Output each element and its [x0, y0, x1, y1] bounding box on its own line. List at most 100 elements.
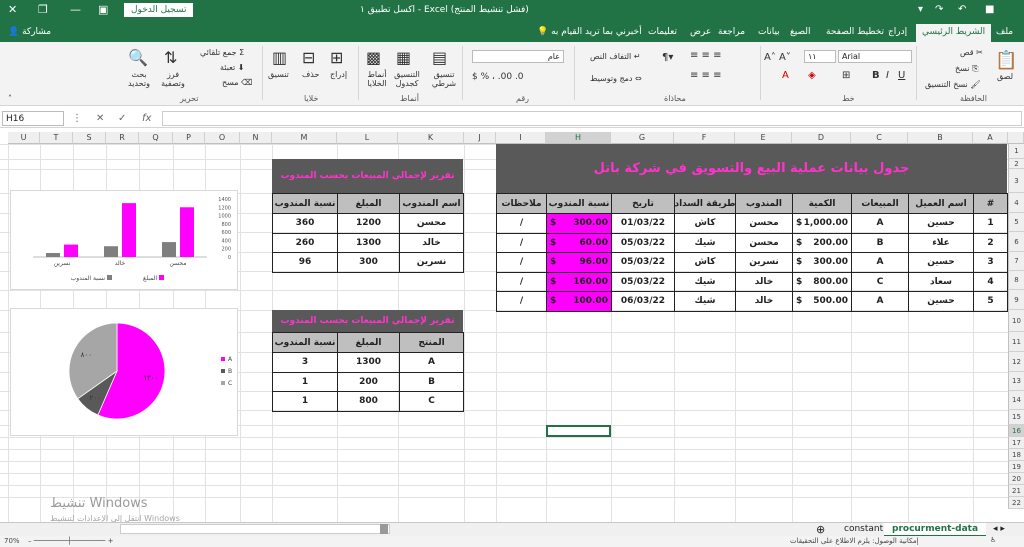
- bar-amount[interactable]: [64, 244, 78, 257]
- sort-filter-button[interactable]: فرز وتصفية: [158, 70, 188, 88]
- bar-rate[interactable]: [104, 246, 118, 257]
- format-as-table-icon[interactable]: ▦: [396, 48, 411, 67]
- underline-icon[interactable]: U: [898, 70, 905, 81]
- minimize-icon[interactable]: —: [70, 3, 81, 16]
- bar-amount[interactable]: [180, 207, 194, 257]
- tab-insert[interactable]: إدراج: [888, 27, 907, 37]
- scrollbar-thumb[interactable]: [380, 524, 388, 534]
- cancel-icon[interactable]: ✕: [96, 113, 104, 124]
- font-size-select[interactable]: ١١: [804, 50, 836, 63]
- tab-review[interactable]: مراجعة: [718, 27, 745, 37]
- bar-rate[interactable]: [162, 242, 176, 257]
- sheet-nav-icons[interactable]: ◂ ▸: [985, 523, 1013, 537]
- font-color-icon[interactable]: A: [782, 70, 789, 81]
- tab-formulas[interactable]: الصيغ: [790, 27, 811, 37]
- signin-button[interactable]: تسجيل الدخول: [124, 3, 194, 17]
- row-header-9[interactable]: 9: [1008, 290, 1024, 310]
- format-cells-icon[interactable]: ▥: [272, 48, 287, 67]
- number-format-icons[interactable]: $ % ، .00 .0: [472, 72, 524, 82]
- save-icon[interactable]: ■: [985, 4, 994, 15]
- column-header-g[interactable]: G: [611, 132, 674, 144]
- row-header-1[interactable]: 1: [1008, 144, 1024, 159]
- share-button[interactable]: 👤 مشاركة: [8, 27, 51, 37]
- insert-cells-icon[interactable]: ⊞: [330, 48, 343, 67]
- restore-icon[interactable]: ❐: [38, 3, 48, 16]
- tab-home[interactable]: الشريط الرئيسي: [916, 24, 992, 42]
- insert-function-button[interactable]: fx: [142, 113, 151, 124]
- number-format-select[interactable]: عام: [472, 50, 564, 63]
- column-header-d[interactable]: D: [792, 132, 851, 144]
- tab-page-layout[interactable]: تخطيط الصفحة: [826, 27, 884, 37]
- delete-cells-button[interactable]: حذف: [302, 70, 319, 79]
- row-header-3[interactable]: 3: [1008, 169, 1024, 193]
- column-header-h[interactable]: H: [546, 132, 611, 144]
- tab-help[interactable]: تعليمات: [648, 27, 677, 37]
- column-header-k[interactable]: K: [398, 132, 464, 144]
- sort-filter-icon[interactable]: ⇅: [164, 48, 177, 67]
- column-header-s[interactable]: S: [73, 132, 106, 144]
- select-all-corner[interactable]: [1008, 132, 1024, 144]
- collapse-ribbon-icon[interactable]: ˄: [8, 94, 12, 103]
- row-header-19[interactable]: 19: [1008, 461, 1024, 473]
- column-header-n[interactable]: N: [240, 132, 272, 144]
- customize-qat-icon[interactable]: ▾: [918, 4, 923, 15]
- find-select-icon[interactable]: 🔍: [128, 48, 148, 67]
- italic-icon[interactable]: I: [886, 70, 889, 81]
- column-header-e[interactable]: E: [735, 132, 792, 144]
- tab-data[interactable]: بيانات: [758, 27, 780, 37]
- fill-button[interactable]: تعبئة ⬇: [220, 63, 244, 72]
- row-header-6[interactable]: 6: [1008, 232, 1024, 252]
- active-cell[interactable]: [546, 425, 611, 437]
- column-header-p[interactable]: P: [173, 132, 205, 144]
- bar-chart[interactable]: 0 200 400 600 800 1000 1200 1400 محسن خالد نسرين ال…: [10, 190, 238, 290]
- column-header-i[interactable]: I: [496, 132, 546, 144]
- redo-icon[interactable]: ↷: [935, 4, 943, 15]
- close-icon[interactable]: ✕: [8, 3, 17, 16]
- row-header-2[interactable]: 2: [1008, 159, 1024, 169]
- grow-font-icon[interactable]: A˄ A˅: [764, 52, 791, 63]
- cell-styles-button[interactable]: أنماط الخلايا: [364, 70, 390, 88]
- bar-amount[interactable]: [122, 203, 136, 257]
- row-header-22[interactable]: 22: [1008, 497, 1024, 509]
- insert-cells-button[interactable]: إدراج: [330, 70, 347, 79]
- wrap-text-button[interactable]: التفاف النص ↵: [590, 52, 641, 61]
- zoom-level[interactable]: 70%: [4, 537, 20, 545]
- namebox-dropdown-icon[interactable]: ⋮: [72, 113, 82, 124]
- sheet-tab-procurment-data[interactable]: procurment-data: [884, 523, 987, 537]
- format-painter-button[interactable]: نسخ التنسيق 🖌: [925, 80, 980, 89]
- zoom-slider[interactable]: – ────────┼──────── +: [28, 537, 113, 545]
- row-header-16[interactable]: 16: [1008, 425, 1024, 437]
- format-cells-button[interactable]: تنسيق: [268, 70, 289, 79]
- copy-button[interactable]: نسخ ⎘: [955, 64, 978, 74]
- horizontal-scrollbar[interactable]: [120, 524, 390, 534]
- sheet-tab-constant[interactable]: constant: [836, 523, 891, 537]
- column-header-r[interactable]: R: [106, 132, 139, 144]
- column-header-m[interactable]: M: [272, 132, 337, 144]
- conditional-format-button[interactable]: تنسيق شرطي: [428, 70, 460, 88]
- cut-button[interactable]: قص ✂: [960, 48, 983, 57]
- tab-view[interactable]: عرض: [690, 27, 711, 37]
- column-header-q[interactable]: Q: [139, 132, 173, 144]
- paste-button[interactable]: لصق: [997, 72, 1013, 81]
- conditional-format-icon[interactable]: ▤: [432, 48, 447, 67]
- text-direction-icon[interactable]: ¶▾: [662, 52, 673, 63]
- align-left-icons[interactable]: ≡ ≡ ≡: [690, 70, 722, 81]
- autosum-button[interactable]: جمع تلقائي Σ: [200, 48, 244, 57]
- pie-chart[interactable]: ١٣٠٠ ٢٠٠ ٨٠٠ A B C: [10, 308, 238, 436]
- find-select-button[interactable]: بحث وتحديد: [124, 70, 154, 88]
- row-header-4[interactable]: 4: [1008, 193, 1024, 213]
- row-header-8[interactable]: 8: [1008, 271, 1024, 290]
- row-header-11[interactable]: 11: [1008, 332, 1024, 352]
- accessibility-status[interactable]: إمكانية الوصول: يلزم الاطلاع على التحقيق…: [790, 537, 919, 545]
- column-header-j[interactable]: J: [464, 132, 496, 144]
- paste-icon[interactable]: 📋: [995, 50, 1017, 71]
- row-header-18[interactable]: 18: [1008, 449, 1024, 461]
- column-header-c[interactable]: C: [851, 132, 908, 144]
- column-header-f[interactable]: F: [674, 132, 735, 144]
- ribbon-display-icon[interactable]: ▣: [98, 3, 108, 16]
- enter-icon[interactable]: ✓: [118, 113, 126, 124]
- merge-center-button[interactable]: دمج وتوسيط ⇔: [590, 74, 642, 83]
- row-header-12[interactable]: 12: [1008, 352, 1024, 372]
- row-header-10[interactable]: 10: [1008, 310, 1024, 332]
- column-header-u[interactable]: U: [8, 132, 40, 144]
